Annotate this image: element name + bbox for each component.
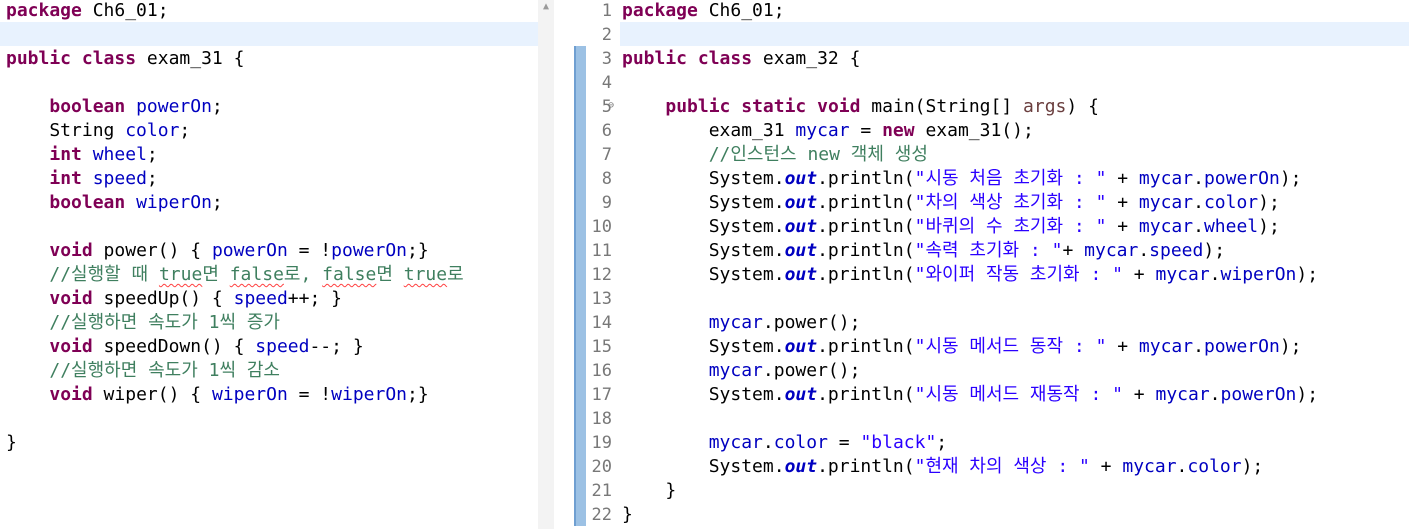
code-line[interactable]: mycar.power(); [622,311,861,335]
collapse-icon[interactable]: ⊖ [608,94,614,118]
line-number-gutter: 1 2 3 4 5 6 7 8 9 10 11 12 13 14 15 16 17 18 19 20 21 22 ⊖ [568,0,618,529]
code-line[interactable]: System.out.println("시동 메서드 재동작 : " + myc… [622,383,1318,407]
code-line[interactable]: String color; [6,119,190,143]
code-line[interactable]: void wiper() { wiperOn = !wiperOn;} [6,383,428,407]
code-line[interactable]: void speedUp() { speed++; } [6,287,342,311]
change-ruler-bar [574,46,586,526]
code-line[interactable]: boolean powerOn; [6,95,222,119]
code-line[interactable]: } [6,431,17,455]
code-line[interactable]: void speedDown() { speed--; } [6,335,363,359]
line-number: 21 [591,481,612,501]
code-line[interactable]: System.out.println("현재 차의 색상 : " + mycar… [622,455,1264,479]
code-line[interactable]: } [622,479,676,503]
code-line[interactable]: void power() { powerOn = !powerOn;} [6,239,428,263]
line-number: 19 [591,433,612,453]
current-line-highlight [620,22,1409,46]
line-number: 2 [601,25,612,45]
code-line[interactable]: public class exam_32 { [622,47,860,71]
code-line[interactable]: System.out.println("바퀴의 수 초기화 : " + myca… [622,215,1280,239]
line-number: 3 [601,49,612,69]
code-line[interactable]: mycar.color = "black"; [622,431,947,455]
line-number: 6 [601,121,612,141]
line-number: 13 [591,289,612,309]
line-number: 22 [591,505,612,525]
left-vertical-scrollbar[interactable] [538,0,554,529]
code-line[interactable]: System.out.println("와이퍼 작동 초기화 : " + myc… [622,263,1318,287]
code-line[interactable]: public static void main(String[] args) { [622,95,1099,119]
line-number: 18 [591,409,612,429]
code-line[interactable]: public class exam_31 { [6,47,244,71]
code-line[interactable]: boolean wiperOn; [6,191,222,215]
code-line[interactable]: } [622,503,633,527]
line-number: 10 [591,217,612,237]
line-number: 14 [591,313,612,333]
code-line[interactable]: //실행하면 속도가 1씩 감소 [6,359,280,383]
line-number: 16 [591,361,612,381]
left-editor-pane[interactable]: package Ch6_01;public class exam_31 { bo… [0,0,538,529]
code-line[interactable]: System.out.println("시동 메서드 동작 : " + myca… [622,335,1302,359]
code-line[interactable]: mycar.power(); [622,359,861,383]
current-line-highlight [0,22,538,46]
code-line[interactable]: System.out.println("시동 처음 초기화 : " + myca… [622,167,1302,191]
line-number: 1 [601,1,612,21]
scroll-up-arrow-icon[interactable]: ▲ [538,0,554,16]
line-number: 7 [601,145,612,165]
code-line[interactable]: package Ch6_01; [6,0,169,23]
code-line[interactable]: //실행하면 속도가 1씩 증가 [6,311,280,335]
code-line[interactable]: //실행할 때 true면 false로, false면 true로 [6,263,463,287]
ide-window: package Ch6_01;public class exam_31 { bo… [0,0,1409,529]
line-number: 20 [591,457,612,477]
line-number: 8 [601,169,612,189]
code-line[interactable]: int speed; [6,167,157,191]
code-line[interactable]: //인스턴스 new 객체 생성 [622,143,928,167]
line-number: 4 [601,73,612,93]
line-number: 11 [591,241,612,261]
code-line[interactable]: System.out.println("속력 초기화 : "+ mycar.sp… [622,239,1225,263]
code-line[interactable]: exam_31 mycar = new exam_31(); [622,119,1034,143]
line-number: 17 [591,385,612,405]
line-number: 12 [591,265,612,285]
code-line[interactable]: System.out.println("차의 색상 초기화 : " + myca… [622,191,1280,215]
right-editor-pane[interactable]: 1 2 3 4 5 6 7 8 9 10 11 12 13 14 15 16 17 18 19 20 21 22 ⊖ pa… [568,0,1409,529]
code-line[interactable]: package Ch6_01; [622,0,785,23]
code-line[interactable]: int wheel; [6,143,157,167]
line-number: 9 [601,193,612,213]
line-number: 15 [591,337,612,357]
editor-splitter[interactable] [554,0,568,529]
